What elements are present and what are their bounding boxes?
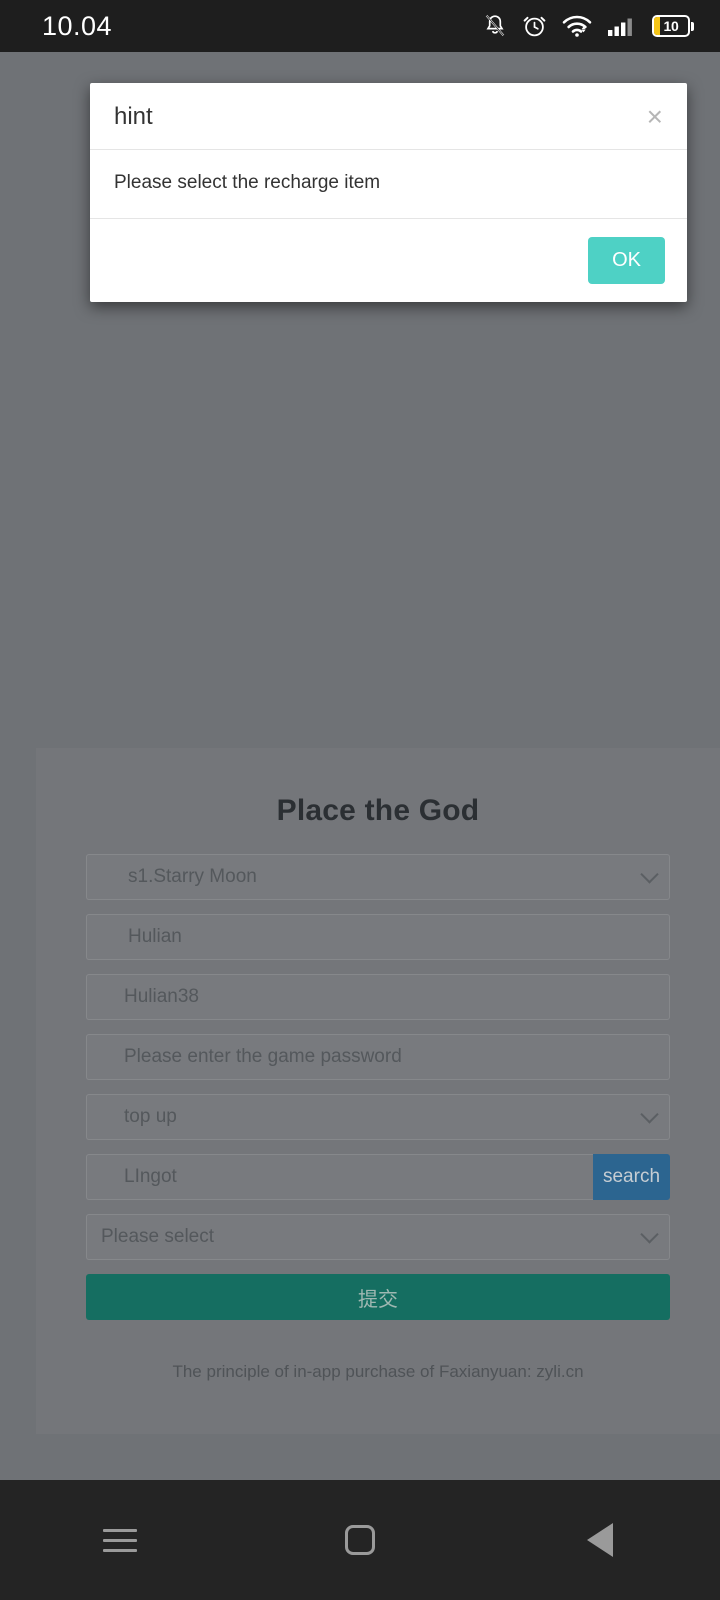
chevron-down-icon <box>640 1225 659 1244</box>
recharge-form-card: Place the God s1.Starry Moon Hulian Huli… <box>36 748 720 1434</box>
page-title: Place the God <box>276 794 480 827</box>
status-bar-icons: 10 <box>483 13 694 39</box>
close-icon[interactable]: × <box>641 99 669 135</box>
menu-icon <box>103 1528 137 1552</box>
phone-screen: 10.04 10 Place the God s1.Starry Moon Hu… <box>0 0 720 1600</box>
hint-dialog: hint × Please select the recharge item O… <box>90 83 687 302</box>
ok-button[interactable]: OK <box>588 236 665 284</box>
status-bar-clock: 10.04 <box>42 10 113 41</box>
hint-dialog-title: hint <box>114 103 153 130</box>
role-field[interactable]: Hulian38 <box>86 974 670 1020</box>
status-bar: 10.04 10 <box>0 0 720 52</box>
account-field-value: Hulian <box>128 926 182 947</box>
alarm-icon <box>522 13 547 39</box>
notifications-off-icon <box>483 13 507 39</box>
signal-icon <box>607 14 637 38</box>
battery-icon: 10 <box>652 15 694 37</box>
battery-level-label: 10 <box>663 18 679 34</box>
home-button[interactable] <box>300 1480 420 1600</box>
server-select[interactable]: s1.Starry Moon <box>86 854 670 900</box>
submit-button[interactable]: 提交 <box>86 1274 670 1320</box>
item-select[interactable]: Please select <box>86 1214 670 1260</box>
server-select-value: s1.Starry Moon <box>128 866 257 887</box>
search-input[interactable]: LIngot <box>86 1154 593 1200</box>
game-password-field[interactable]: Please enter the game password <box>86 1034 670 1080</box>
recharge-type-select[interactable]: top up <box>86 1094 670 1140</box>
item-select-value: Please select <box>101 1226 215 1247</box>
back-button[interactable] <box>540 1480 660 1600</box>
home-square-icon <box>345 1525 375 1555</box>
hint-dialog-footer: OK <box>90 219 687 302</box>
chevron-down-icon <box>640 1105 659 1124</box>
hint-dialog-header: hint × <box>90 83 687 150</box>
game-password-placeholder: Please enter the game password <box>124 1046 402 1067</box>
system-navigation-bar <box>0 1480 720 1600</box>
recharge-type-value: top up <box>124 1106 177 1127</box>
chevron-down-icon <box>640 865 659 884</box>
form-footer-note: The principle of in-app purchase of Faxi… <box>172 1362 584 1381</box>
role-field-value: Hulian38 <box>124 986 199 1007</box>
search-input-value: LIngot <box>124 1166 177 1187</box>
search-row: LIngot search <box>86 1154 670 1200</box>
wifi-icon <box>562 14 592 38</box>
search-button[interactable]: search <box>593 1154 670 1200</box>
recents-button[interactable] <box>60 1480 180 1600</box>
hint-dialog-body: Please select the recharge item <box>90 150 687 219</box>
account-field[interactable]: Hulian <box>86 914 670 960</box>
back-triangle-icon <box>587 1523 613 1557</box>
hint-dialog-message: Please select the recharge item <box>114 172 381 193</box>
